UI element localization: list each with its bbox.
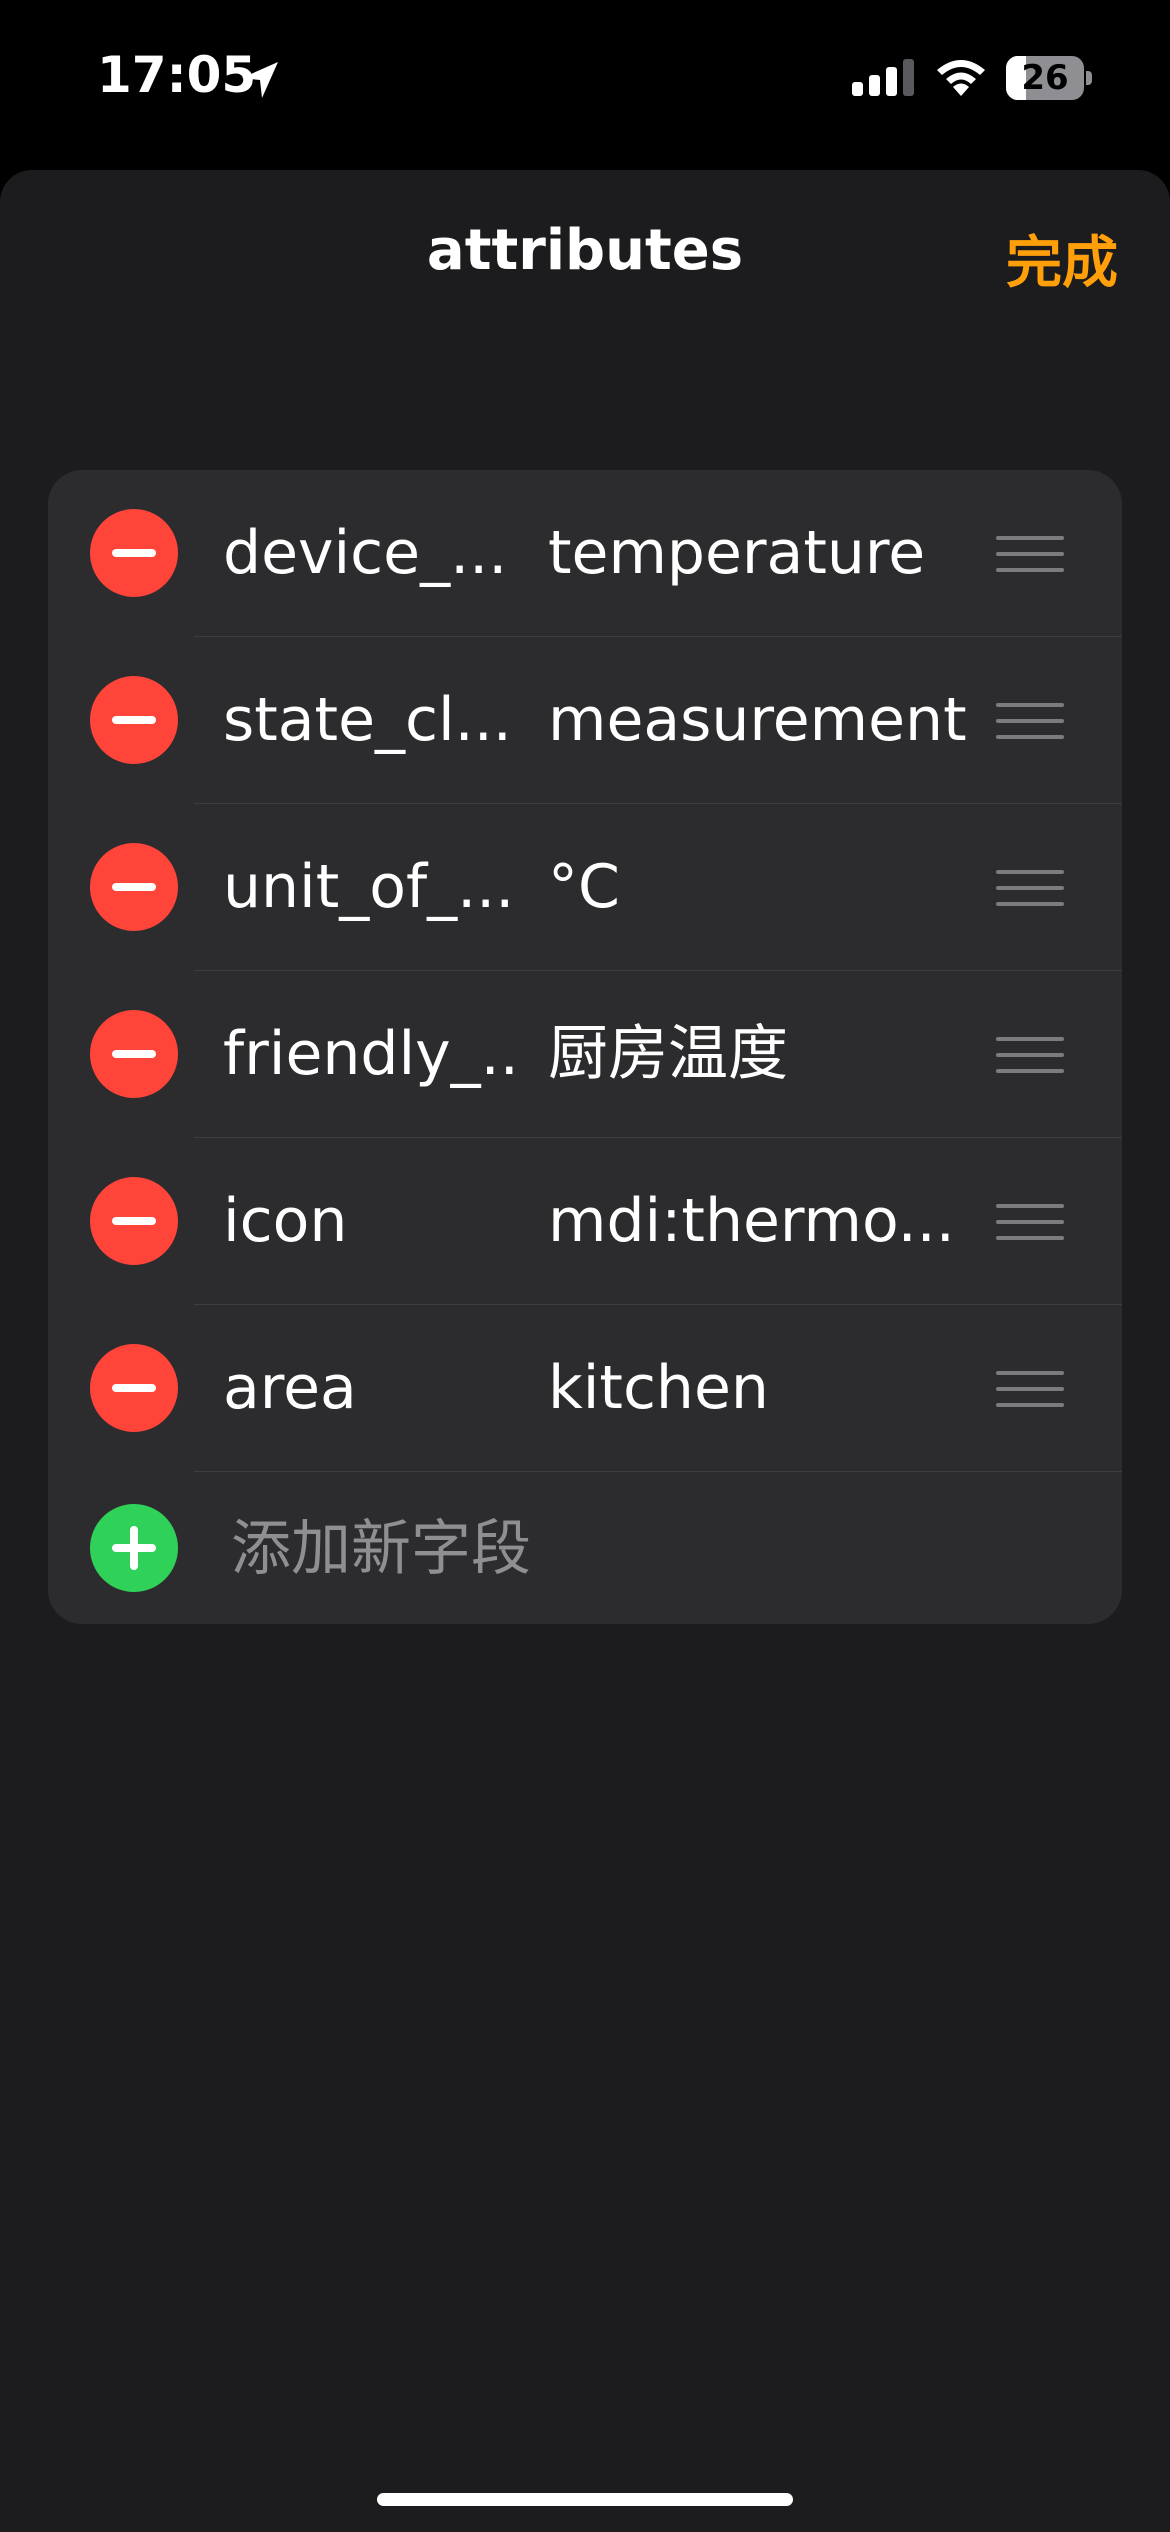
list-item: unit_of_... °C [48, 804, 1122, 971]
attribute-value[interactable]: mdi:thermo... [548, 1138, 988, 1305]
attributes-list: device_... temperature state_cl... measu… [48, 470, 1122, 1624]
minus-icon [112, 883, 156, 891]
attribute-key[interactable]: state_cl... [223, 637, 523, 804]
list-item: area kitchen [48, 1305, 1122, 1472]
attribute-key[interactable]: unit_of_... [223, 804, 523, 971]
minus-icon [112, 549, 156, 557]
delete-row-button[interactable] [90, 843, 178, 931]
delete-row-button[interactable] [90, 509, 178, 597]
delete-row-button[interactable] [90, 1010, 178, 1098]
home-indicator[interactable] [377, 2493, 793, 2506]
delete-row-button[interactable] [90, 676, 178, 764]
add-field-label[interactable]: 添加新字段 [231, 1472, 531, 1624]
battery-icon: 26 [1006, 56, 1092, 100]
minus-icon [112, 716, 156, 724]
cellular-signal-icon [852, 59, 914, 96]
attribute-value[interactable]: temperature [548, 470, 988, 637]
add-field-button[interactable] [90, 1504, 178, 1592]
delete-row-button[interactable] [90, 1177, 178, 1265]
minus-icon [112, 1050, 156, 1058]
drag-handle-icon[interactable] [996, 1371, 1064, 1407]
status-time: 17:05 [97, 46, 257, 104]
list-item: state_cl... measurement [48, 637, 1122, 804]
delete-row-button[interactable] [90, 1344, 178, 1432]
done-button[interactable]: 完成 [1006, 218, 1118, 299]
battery-percentage: 26 [1021, 58, 1069, 98]
attribute-value[interactable]: °C [548, 804, 988, 971]
list-item: icon mdi:thermo... [48, 1138, 1122, 1305]
drag-handle-icon[interactable] [996, 536, 1064, 572]
minus-icon [112, 1217, 156, 1225]
list-item: friendly_... 厨房温度 [48, 971, 1122, 1138]
minus-icon [112, 1384, 156, 1392]
drag-handle-icon[interactable] [996, 870, 1064, 906]
add-field-row[interactable]: 添加新字段 [48, 1472, 1122, 1624]
list-item: device_... temperature [48, 470, 1122, 637]
attribute-key[interactable]: friendly_... [223, 971, 523, 1138]
attribute-key[interactable]: device_... [223, 470, 523, 637]
drag-handle-icon[interactable] [996, 1204, 1064, 1240]
status-bar: 17:05 26 [0, 0, 1170, 168]
page-title: attributes [426, 218, 744, 283]
drag-handle-icon[interactable] [996, 1037, 1064, 1073]
drag-handle-icon[interactable] [996, 703, 1064, 739]
location-arrow-icon [242, 62, 278, 98]
attribute-key[interactable]: icon [223, 1138, 523, 1305]
attribute-value[interactable]: kitchen [548, 1305, 988, 1472]
wifi-icon [937, 60, 985, 96]
attribute-value[interactable]: 厨房温度 [548, 971, 988, 1138]
attributes-sheet: attributes 完成 device_... temperature sta… [0, 170, 1170, 2532]
attribute-key[interactable]: area [223, 1305, 523, 1472]
attribute-value[interactable]: measurement [548, 637, 988, 804]
